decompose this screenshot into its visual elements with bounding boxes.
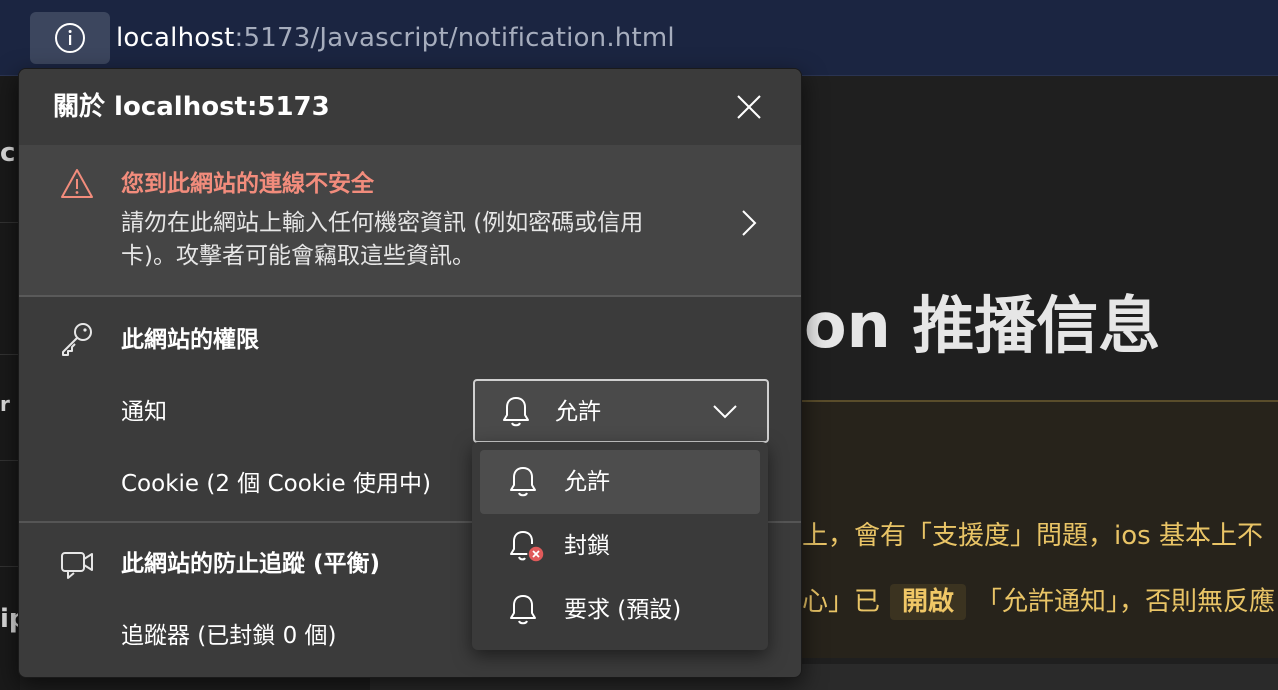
notification-permission-select[interactable]: 允許	[473, 379, 769, 443]
bell-icon	[503, 397, 529, 427]
notice-text: 上，會有「支援度」問題，ios 基本上不	[802, 521, 1263, 551]
bell-icon	[510, 595, 536, 625]
divider	[0, 222, 20, 223]
info-icon	[55, 23, 85, 53]
address-bar: localhost:5173/Javascript/notification.h…	[0, 0, 1278, 76]
panel-header: 關於 localhost:5173	[19, 69, 801, 145]
option-block[interactable]: 封鎖	[480, 514, 760, 578]
panel-title: 關於 localhost:5173	[53, 92, 330, 122]
close-button[interactable]	[731, 89, 767, 125]
left-strip: c r ip	[0, 76, 28, 690]
url-text[interactable]: localhost:5173/Javascript/notification.h…	[116, 20, 675, 56]
close-icon	[737, 95, 761, 119]
url-host: localhost	[116, 23, 235, 53]
page-fragment: r	[0, 392, 10, 416]
tracking-prevention-title: 此網站的防止追蹤 (平衡)	[121, 551, 381, 577]
warning-title: 您到此網站的連線不安全	[121, 171, 374, 197]
divider	[0, 566, 20, 567]
page-heading: on 推播信息	[804, 289, 1161, 362]
option-allow[interactable]: 允許	[480, 450, 760, 514]
notice-text: 心」已 開啟 「允許通知」，否則無反應	[802, 584, 1275, 620]
option-ask-default[interactable]: 要求 (預設)	[480, 578, 760, 642]
tracking-camera-icon	[61, 552, 93, 579]
url-path: :5173/Javascript/notification.html	[234, 23, 675, 53]
key-icon	[62, 323, 92, 356]
notification-options-dropdown: 允許 封鎖 要求 (預設)	[472, 442, 768, 650]
trackers-link[interactable]: 追蹤器 (已封鎖 0 個)	[121, 619, 337, 653]
cookie-info-link[interactable]: Cookie (2 個 Cookie 使用中)	[121, 467, 431, 501]
permissions-title: 此網站的權限	[121, 327, 259, 353]
bell-icon	[510, 467, 536, 497]
notice-badge: 開啟	[890, 584, 967, 620]
chevron-right-icon	[742, 210, 757, 236]
page-fragment: c	[0, 138, 16, 168]
notification-label: 通知	[121, 399, 167, 425]
notice-suffix: 「允許通知」，否則無反應	[976, 587, 1276, 617]
site-info-button[interactable]	[30, 12, 110, 64]
chevron-down-icon	[713, 405, 737, 419]
divider	[0, 354, 20, 355]
warning-triangle-icon	[61, 169, 93, 198]
bell-blocked-icon	[510, 531, 545, 563]
option-label: 封鎖	[564, 533, 610, 559]
warning-description: 請勿在此網站上輸入任何機密資訊 (例如密碼或信用卡)。攻擊者可能會竊取這些資訊。	[121, 210, 644, 269]
divider	[0, 460, 20, 461]
notice-prefix: 心」已	[802, 587, 881, 617]
insecure-connection-section[interactable]: 您到此網站的連線不安全 請勿在此網站上輸入任何機密資訊 (例如密碼或信用卡)。攻…	[19, 145, 801, 297]
option-label: 允許	[564, 469, 610, 495]
option-label: 要求 (預設)	[564, 597, 682, 623]
notification-selected-value: 允許	[555, 399, 601, 425]
